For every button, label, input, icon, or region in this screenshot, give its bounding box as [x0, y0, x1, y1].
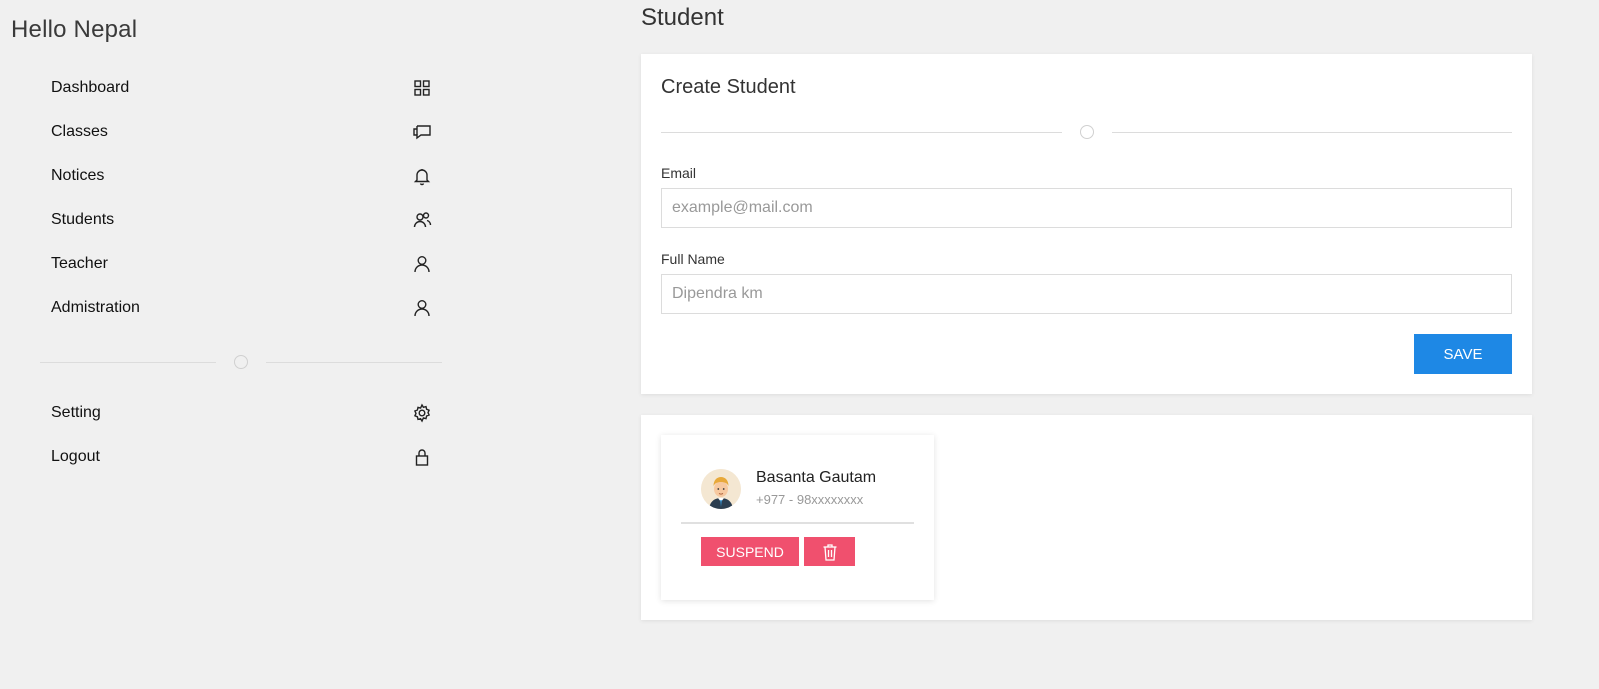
- brand-title: Hello Nepal: [11, 16, 138, 43]
- sidebar-item-label: Classes: [51, 123, 108, 140]
- user-icon: [410, 296, 434, 320]
- form-title: Create Student: [661, 76, 796, 98]
- sidebar-item-notices[interactable]: Notices: [40, 154, 450, 198]
- grid-icon: [410, 76, 434, 100]
- sidebar-item-label: Setting: [51, 404, 101, 421]
- sidebar-item-label: Admistration: [51, 299, 140, 316]
- sidebar-secondary-nav: Setting Logout: [40, 391, 450, 479]
- user-icon: [410, 252, 434, 276]
- bell-icon: [410, 164, 434, 188]
- sidebar-item-label: Students: [51, 211, 115, 228]
- sidebar-item-teacher[interactable]: Teacher: [40, 242, 450, 286]
- sidebar-item-label: Teacher: [51, 255, 108, 272]
- sidebar-item-label: Notices: [51, 167, 105, 184]
- sidebar-item-classes[interactable]: Classes: [40, 110, 450, 154]
- sidebar-divider: [40, 355, 442, 369]
- suspend-button[interactable]: SUSPEND: [701, 537, 799, 566]
- users-icon: [410, 208, 434, 232]
- trash-icon: [822, 543, 838, 561]
- sidebar: Hello Nepal Dashboard Classes Notices St…: [0, 0, 460, 689]
- delete-button[interactable]: [804, 537, 855, 566]
- student-list: Basanta Gautam +977 - 98xxxxxxxx SUSPEND: [641, 415, 1532, 620]
- full-name-label: Full Name: [661, 251, 725, 267]
- page-title: Student: [641, 4, 724, 31]
- email-field[interactable]: [661, 188, 1512, 228]
- sidebar-nav: Dashboard Classes Notices Students Teach…: [40, 66, 450, 330]
- form-divider: [661, 125, 1512, 139]
- student-name: Basanta Gautam: [756, 469, 877, 486]
- sidebar-item-administration[interactable]: Admistration: [40, 286, 450, 330]
- avatar: [701, 469, 741, 509]
- sidebar-item-label: Dashboard: [51, 79, 130, 96]
- chat-icon: [410, 120, 434, 144]
- email-label: Email: [661, 165, 697, 181]
- card-divider: [681, 522, 914, 524]
- sidebar-item-logout[interactable]: Logout: [40, 435, 450, 479]
- student-phone: +977 - 98xxxxxxxx: [756, 492, 864, 507]
- sidebar-item-students[interactable]: Students: [40, 198, 450, 242]
- sidebar-item-setting[interactable]: Setting: [40, 391, 450, 435]
- create-student-form: Create Student Email Full Name SAVE: [641, 54, 1532, 394]
- sidebar-item-label: Logout: [51, 448, 100, 465]
- student-card: Basanta Gautam +977 - 98xxxxxxxx SUSPEND: [661, 435, 934, 600]
- save-button[interactable]: SAVE: [1414, 334, 1512, 374]
- sidebar-item-dashboard[interactable]: Dashboard: [40, 66, 450, 110]
- lock-icon: [410, 445, 434, 469]
- full-name-field[interactable]: [661, 274, 1512, 314]
- gear-icon: [410, 401, 434, 425]
